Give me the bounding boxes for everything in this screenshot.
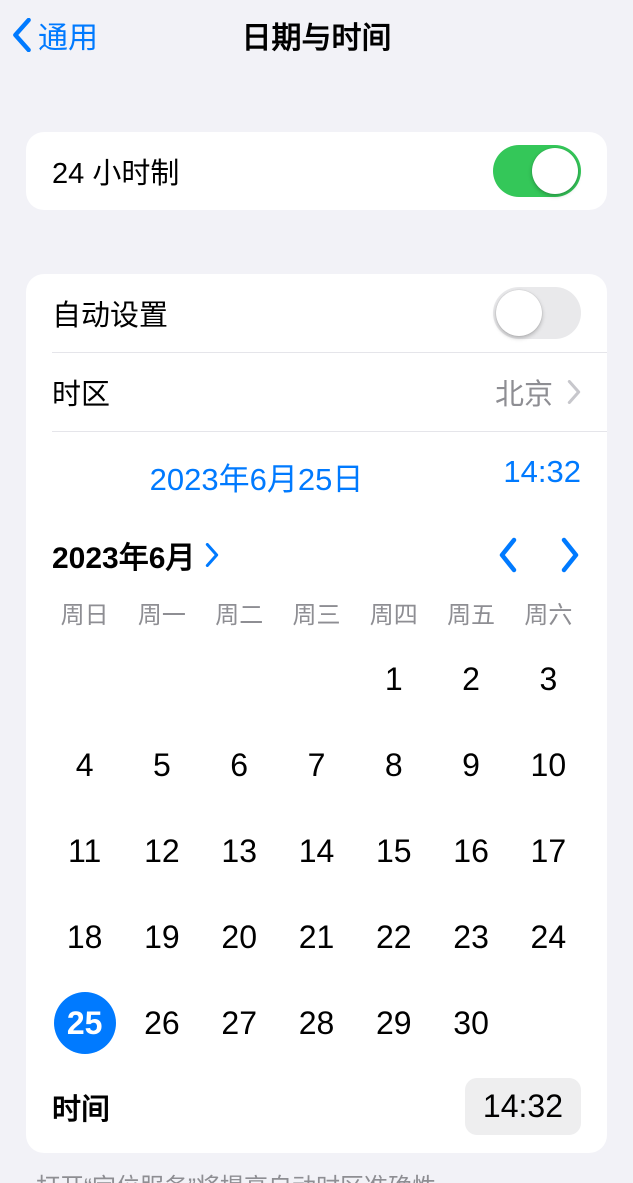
weekday-label: 周五 <box>432 595 509 630</box>
calendar-day[interactable]: 2 <box>432 636 509 722</box>
calendar-day[interactable]: 7 <box>278 722 355 808</box>
calendar-day[interactable]: 1 <box>355 636 432 722</box>
calendar-day[interactable]: 6 <box>201 722 278 808</box>
row-24hour: 24 小时制 <box>26 132 607 210</box>
selected-date-display[interactable]: 2023年6月25日 <box>52 454 461 499</box>
calendar-day[interactable]: 19 <box>123 894 200 980</box>
back-button[interactable]: 通用 <box>0 13 98 57</box>
row-time: 时间 14:32 <box>46 1066 587 1153</box>
calendar-day[interactable]: 29 <box>355 980 432 1066</box>
calendar-day-empty <box>46 636 123 722</box>
calendar-day[interactable]: 30 <box>432 980 509 1066</box>
footer-note: 打开“定位服务”将提高自动时区准确性。 <box>0 1153 633 1183</box>
selected-datetime-summary: 2023年6月25日 14:32 <box>26 432 607 515</box>
back-label: 通用 <box>38 13 98 57</box>
calendar-day[interactable]: 8 <box>355 722 432 808</box>
calendar-day[interactable]: 25 <box>46 980 123 1066</box>
calendar-day[interactable]: 22 <box>355 894 432 980</box>
chevron-left-icon <box>12 18 32 52</box>
calendar-day[interactable]: 27 <box>201 980 278 1066</box>
calendar-next-month[interactable] <box>559 537 581 573</box>
calendar-day[interactable]: 10 <box>510 722 587 808</box>
calendar-weekday-row: 周日周一周二周三周四周五周六 <box>46 591 587 636</box>
chevron-right-icon <box>567 380 581 404</box>
auto-set-toggle[interactable] <box>493 287 581 339</box>
calendar-day[interactable]: 9 <box>432 722 509 808</box>
calendar-month-label: 2023年6月 <box>52 533 195 577</box>
calendar-day-empty <box>278 636 355 722</box>
group-24hour: 24 小时制 <box>26 132 607 210</box>
calendar-day[interactable]: 16 <box>432 808 509 894</box>
calendar-day[interactable]: 14 <box>278 808 355 894</box>
weekday-label: 周二 <box>201 595 278 630</box>
calendar-prev-month[interactable] <box>497 537 519 573</box>
calendar-day[interactable]: 20 <box>201 894 278 980</box>
calendar-month-nav <box>497 537 581 573</box>
calendar-header: 2023年6月 <box>46 523 587 591</box>
time-label: 时间 <box>52 1086 110 1128</box>
calendar-day[interactable]: 24 <box>510 894 587 980</box>
calendar-days-grid: 1234567891011121314151617181920212223242… <box>46 636 587 1066</box>
calendar-month-button[interactable]: 2023年6月 <box>52 533 219 577</box>
chevron-right-icon <box>205 543 219 567</box>
nav-bar: 通用 日期与时间 <box>0 0 633 70</box>
weekday-label: 周三 <box>278 595 355 630</box>
24hour-label: 24 小时制 <box>52 150 179 192</box>
calendar-day[interactable]: 28 <box>278 980 355 1066</box>
calendar-day-empty <box>201 636 278 722</box>
calendar-day[interactable]: 23 <box>432 894 509 980</box>
weekday-label: 周一 <box>123 595 200 630</box>
calendar-day[interactable]: 26 <box>123 980 200 1066</box>
timezone-label: 时区 <box>52 371 110 413</box>
row-timezone[interactable]: 时区 北京 <box>26 353 607 431</box>
24hour-toggle[interactable] <box>493 145 581 197</box>
calendar: 2023年6月 周日周一周二周三周四周五周六 12345678910111213… <box>26 515 607 1153</box>
weekday-label: 周六 <box>510 595 587 630</box>
calendar-day[interactable]: 11 <box>46 808 123 894</box>
auto-set-label: 自动设置 <box>52 292 168 334</box>
calendar-day[interactable]: 3 <box>510 636 587 722</box>
calendar-day[interactable]: 12 <box>123 808 200 894</box>
time-picker-button[interactable]: 14:32 <box>465 1078 581 1135</box>
group-datetime: 自动设置 时区 北京 2023年6月25日 14:32 2023年6月 <box>26 274 607 1153</box>
calendar-day-empty <box>123 636 200 722</box>
weekday-label: 周四 <box>355 595 432 630</box>
timezone-value: 北京 <box>495 371 553 413</box>
row-auto-set: 自动设置 <box>26 274 607 352</box>
calendar-day[interactable]: 13 <box>201 808 278 894</box>
calendar-day[interactable]: 18 <box>46 894 123 980</box>
calendar-day[interactable]: 21 <box>278 894 355 980</box>
calendar-day[interactable]: 15 <box>355 808 432 894</box>
calendar-day[interactable]: 4 <box>46 722 123 808</box>
weekday-label: 周日 <box>46 595 123 630</box>
calendar-day[interactable]: 5 <box>123 722 200 808</box>
selected-time-display[interactable]: 14:32 <box>461 454 581 499</box>
calendar-day[interactable]: 17 <box>510 808 587 894</box>
